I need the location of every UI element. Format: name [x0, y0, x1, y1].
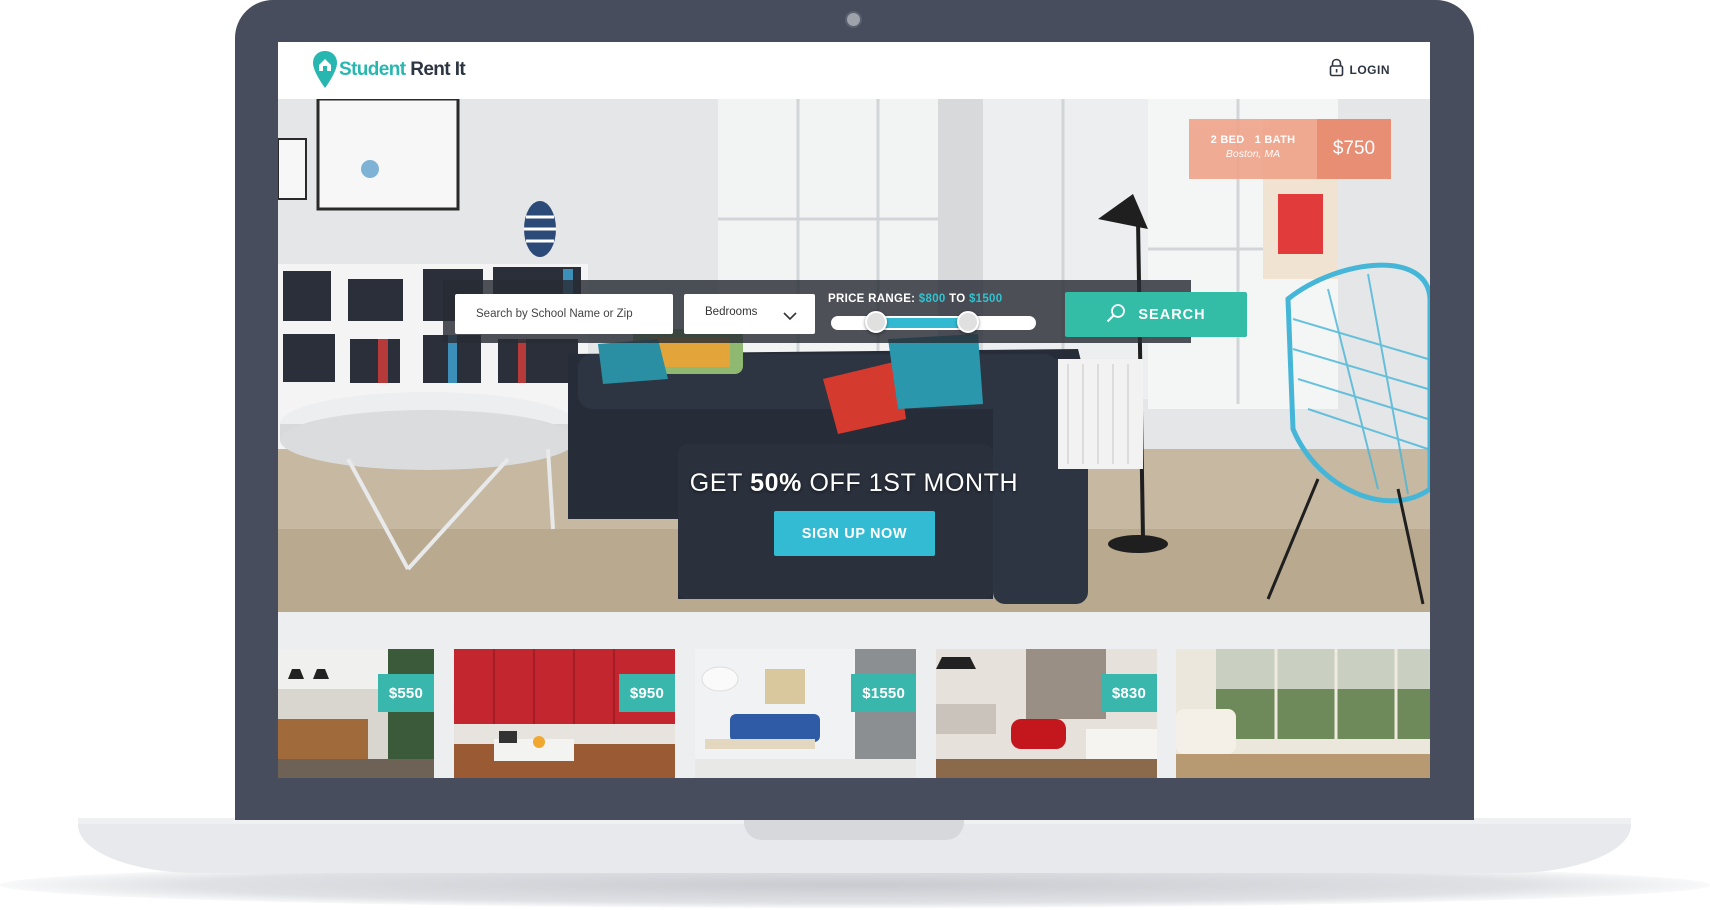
- listing-photo: [695, 649, 916, 778]
- featured-price: $750: [1317, 119, 1391, 179]
- search-panel: Bedrooms PRICE RANGE: $800 TO $1500 SEAR…: [443, 280, 1247, 343]
- promo-headline: GET 50% OFF 1ST MONTH: [278, 469, 1430, 498]
- login-button[interactable]: LOGIN: [1329, 58, 1391, 82]
- price-range-slider[interactable]: [831, 311, 1036, 333]
- price-range-label: PRICE RANGE: $800 TO $1500: [828, 293, 1002, 305]
- search-button[interactable]: SEARCH: [1065, 292, 1247, 337]
- logo-text-rentit: Rent It: [410, 59, 466, 80]
- price-max: $1500: [968, 293, 1003, 305]
- price-range-sep: TO: [945, 293, 969, 305]
- bedrooms-dropdown[interactable]: Bedrooms: [684, 294, 815, 334]
- laptop-notch: [744, 818, 964, 840]
- listing-card[interactable]: [1176, 649, 1430, 778]
- listing-card[interactable]: $830: [936, 649, 1157, 778]
- listing-card[interactable]: $550: [278, 649, 434, 778]
- listing-price-badge: $1550: [851, 674, 916, 712]
- featured-info: 2 BED 1 BATH Boston, MA: [1189, 119, 1317, 179]
- featured-listing-badge[interactable]: 2 BED 1 BATH Boston, MA $750: [1189, 119, 1391, 179]
- sign-up-button[interactable]: SIGN UP NOW: [774, 511, 935, 556]
- search-input[interactable]: [455, 294, 673, 334]
- listing-price-badge: $830: [1100, 674, 1157, 712]
- listing-photo: [1176, 649, 1430, 778]
- listings-strip: $550 $950 $1550 $830: [278, 649, 1430, 778]
- featured-location: Boston, MA: [1225, 148, 1281, 160]
- listing-photo: [454, 649, 675, 778]
- listing-card[interactable]: $1550: [695, 649, 916, 778]
- login-label: LOGIN: [1349, 63, 1390, 77]
- camera-dot: [845, 11, 862, 28]
- listing-photo: [936, 649, 1157, 778]
- website-screen: Student Rent It LOGIN 2 BED 1 BATH Bosto…: [278, 42, 1430, 778]
- price-max-handle[interactable]: [957, 311, 980, 333]
- price-range-fill: [876, 318, 969, 328]
- price-range-prefix: PRICE RANGE:: [828, 293, 919, 305]
- listing-card[interactable]: $950: [454, 649, 675, 778]
- listing-photo: [278, 649, 434, 778]
- search-button-label: SEARCH: [1138, 306, 1206, 323]
- site-header: Student Rent It LOGIN: [278, 42, 1430, 99]
- promo-suffix: OFF 1ST MONTH: [801, 469, 1019, 497]
- featured-specs: 2 BED 1 BATH: [1210, 134, 1296, 146]
- logo-text: Student Rent It: [339, 59, 466, 81]
- lock-icon: [1329, 58, 1344, 82]
- promo-prefix: GET: [689, 469, 751, 497]
- price-min-handle[interactable]: [865, 311, 888, 333]
- chevron-down-icon: [783, 308, 797, 326]
- listing-price-badge: $550: [377, 674, 434, 712]
- search-icon: [1106, 303, 1126, 327]
- promo-highlight: 50%: [750, 469, 802, 497]
- location-pin-icon: [312, 50, 338, 90]
- hero-banner: 2 BED 1 BATH Boston, MA $750 Bedrooms PR…: [278, 99, 1430, 612]
- logo[interactable]: Student Rent It: [312, 50, 466, 90]
- listing-price-badge: $950: [618, 674, 675, 712]
- bedrooms-label: Bedrooms: [705, 306, 758, 318]
- logo-text-student: Student: [339, 59, 411, 80]
- price-min: $800: [918, 293, 946, 305]
